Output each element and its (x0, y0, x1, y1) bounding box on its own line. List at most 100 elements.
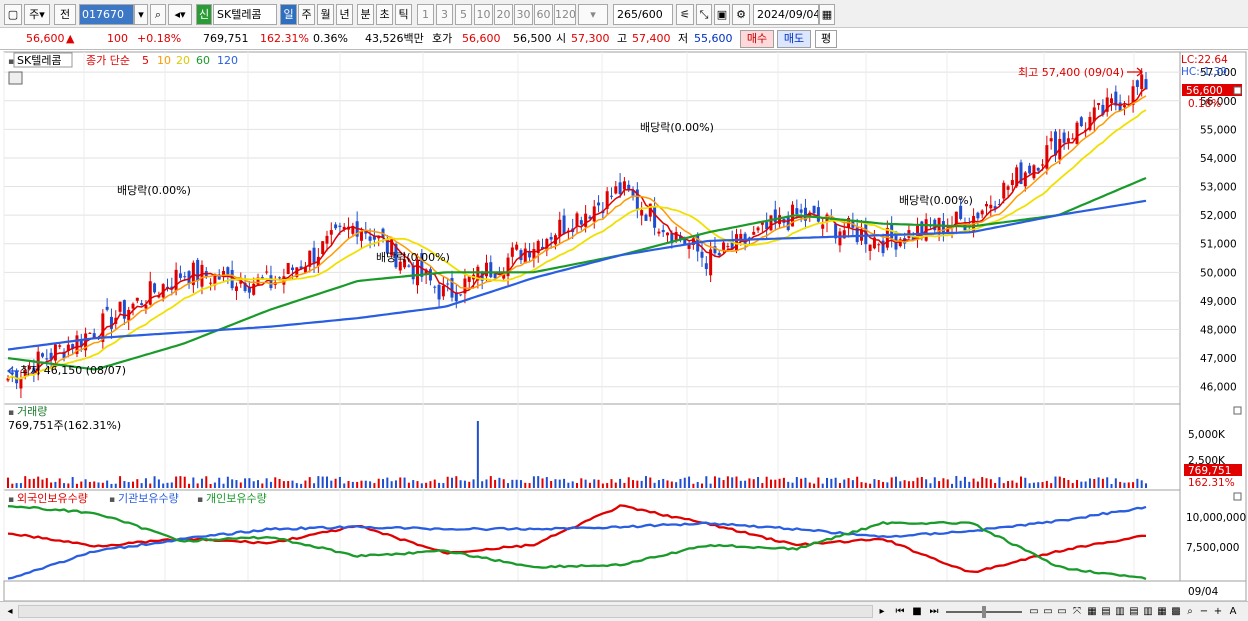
layout-icon-3[interactable]: ▭ (1056, 604, 1068, 619)
candle-body (278, 277, 282, 279)
candle-body (868, 244, 872, 251)
zoom-slider-handle[interactable] (982, 606, 986, 618)
volume-bar (433, 479, 436, 488)
sell-button[interactable]: 매도 (777, 30, 811, 48)
zoom-out-icon[interactable]: − (1198, 604, 1210, 619)
volume-bar (71, 477, 74, 488)
search-icon[interactable]: ⌕ (150, 4, 166, 25)
stop-icon[interactable]: ■ (910, 604, 924, 619)
scroll-left-icon[interactable]: ◂ (4, 604, 16, 619)
volume-bar (50, 482, 53, 488)
font-size-icon[interactable]: A (1226, 604, 1240, 619)
period-tick[interactable]: 틱 (395, 4, 412, 25)
gear-icon[interactable]: ⚙ (732, 4, 750, 25)
minute-120[interactable]: 120 (554, 4, 576, 25)
indicator-icon[interactable]: ⚟ (676, 4, 694, 25)
scrollbar-track[interactable] (18, 605, 873, 618)
minute-60[interactable]: 60 (534, 4, 553, 25)
flat-button[interactable]: 평 (815, 30, 837, 48)
volume-bar (774, 479, 777, 488)
minute-30[interactable]: 30 (514, 4, 533, 25)
candle-body (821, 224, 825, 229)
volume-bar (269, 481, 272, 488)
period-minute[interactable]: 분 (357, 4, 374, 25)
volume-bar (507, 483, 510, 488)
candle-body (226, 267, 230, 275)
price-panel[interactable] (3, 51, 1181, 405)
period-weekly[interactable]: 주 (298, 4, 315, 25)
minute-10[interactable]: 10 (474, 4, 493, 25)
price-panel-minimize-icon[interactable] (1233, 86, 1242, 95)
volume-bar (619, 478, 622, 488)
stock-chart[interactable]: 57,00056,00055,00054,00053,00052,00051,0… (0, 51, 1248, 601)
layout-icon-2[interactable]: ▭ (1042, 604, 1054, 619)
panel-icon-1[interactable]: ▤ (1100, 604, 1112, 619)
fast-forward-icon[interactable]: ⏭ (926, 604, 942, 619)
minute-1[interactable]: 1 (417, 4, 434, 25)
period-monthly[interactable]: 월 (317, 4, 334, 25)
volume-bar (123, 481, 126, 488)
volume-value-label: 769,751주(162.31%) (8, 419, 121, 432)
calendar-icon[interactable]: ▦ (819, 4, 835, 25)
chart-scroll-bar: ◂ ▸ ⏮ ■ ⏭ ▭ ▭ ▭ ⤧ ▦ ▤ ▥ ▤ ▥ ▦ ▩ ⌕ − + A (0, 601, 1248, 621)
volume-bar (399, 477, 402, 488)
zoom-search-icon[interactable]: ⌕ (1184, 604, 1196, 619)
holding-tick-10m: 10,000,000 (1186, 512, 1246, 524)
new-badge: 신 (196, 4, 212, 25)
market-select[interactable]: 주▾ (24, 4, 50, 25)
candle-body (704, 263, 708, 270)
high-label: 고 (617, 32, 628, 45)
holding-panel[interactable] (3, 489, 1181, 582)
speaker-icon[interactable]: ◂▾ (168, 4, 192, 25)
buy-button[interactable]: 매수 (740, 30, 774, 48)
window-icon[interactable]: ▢ (4, 4, 22, 25)
panel-icon-6[interactable]: ▩ (1170, 604, 1182, 619)
volume-bar (1101, 478, 1104, 488)
candle-body (1002, 182, 1006, 199)
volume-bar (588, 482, 591, 488)
zoom-in-icon[interactable]: + (1212, 604, 1224, 619)
volume-bar (343, 483, 346, 488)
volume-bar (821, 483, 824, 488)
volume-bar (295, 483, 298, 488)
volume-panel-minimize-icon[interactable] (1233, 406, 1242, 415)
volume-bar (304, 480, 307, 488)
volume-bar (119, 476, 122, 488)
volume-bar (19, 483, 22, 488)
scroll-right-icon[interactable]: ▸ (876, 604, 888, 619)
volume-bar (1084, 481, 1087, 488)
bar-count-field[interactable]: 265/600 (613, 4, 673, 25)
prev-button[interactable]: 전 (54, 4, 76, 25)
volume-bar (1041, 482, 1044, 488)
volume-bar (257, 480, 260, 488)
custom-period-select[interactable]: ▾ (578, 4, 608, 25)
stock-code-input[interactable]: 017670 (79, 4, 134, 25)
layout-icon-1[interactable]: ▭ (1028, 604, 1040, 619)
save-icon[interactable]: ▣ (714, 4, 730, 25)
panel-icon-2[interactable]: ▥ (1114, 604, 1126, 619)
code-dropdown-icon[interactable]: ▾ (134, 4, 148, 25)
lc-label: LC:22.64 (1181, 54, 1228, 66)
minute-3[interactable]: 3 (436, 4, 453, 25)
volume-bar (1076, 479, 1079, 488)
minute-5[interactable]: 5 (455, 4, 472, 25)
period-second[interactable]: 초 (376, 4, 393, 25)
volume-bar (313, 483, 316, 488)
table-toggle-icon[interactable] (8, 71, 23, 85)
panel-icon-3[interactable]: ▤ (1128, 604, 1140, 619)
volume-bar (485, 479, 488, 488)
panel-icon-4[interactable]: ▥ (1142, 604, 1154, 619)
individual-legend: 개인보유수량 (206, 492, 267, 505)
draw-tool-icon[interactable]: ⤡ (696, 4, 712, 25)
volume-bar (149, 483, 152, 488)
panel-icon-5[interactable]: ▦ (1156, 604, 1168, 619)
holding-panel-minimize-icon[interactable] (1233, 492, 1242, 501)
grid-icon[interactable]: ▦ (1086, 604, 1098, 619)
period-daily[interactable]: 일 (280, 4, 297, 25)
period-yearly[interactable]: 년 (336, 4, 353, 25)
date-field[interactable]: 2024/09/04 (753, 4, 819, 25)
rewind-icon[interactable]: ⏮ (892, 604, 908, 619)
minute-20[interactable]: 20 (494, 4, 513, 25)
zoom-fit-icon[interactable]: ⤧ (1070, 604, 1084, 619)
volume-bar (873, 479, 876, 488)
